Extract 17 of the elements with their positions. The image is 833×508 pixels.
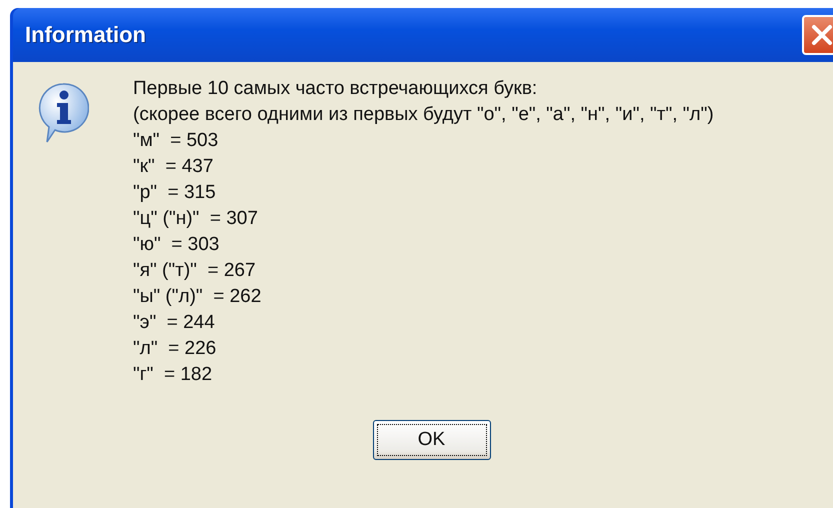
ok-button[interactable]: OK — [372, 420, 490, 460]
message-line: "р" = 315 — [133, 181, 217, 205]
message-line: "я" ("т)" = 267 — [133, 259, 257, 283]
message-line: "м" = 503 — [133, 129, 220, 153]
message-line: (скорее всего одними из первых будут "о", "е", "а", "н", "и", "т", "л") — [133, 103, 714, 127]
message-line: "к" = 437 — [133, 155, 214, 179]
close-button[interactable] — [802, 15, 833, 55]
message-line: "э" = 244 — [133, 311, 216, 335]
message-line: Первые 10 самых часто встречающихся букв: — [133, 77, 538, 101]
message-line: "л" = 226 — [133, 337, 218, 361]
message-line: "ю" = 303 — [133, 233, 220, 257]
info-icon — [37, 82, 89, 144]
message-line: "ц" ("н)" = 307 — [133, 207, 259, 231]
window-title: Information — [25, 22, 146, 48]
message-line: "г" = 182 — [133, 363, 214, 387]
close-icon — [811, 24, 833, 46]
message-line: "ы" ("л)" = 262 — [133, 285, 262, 309]
